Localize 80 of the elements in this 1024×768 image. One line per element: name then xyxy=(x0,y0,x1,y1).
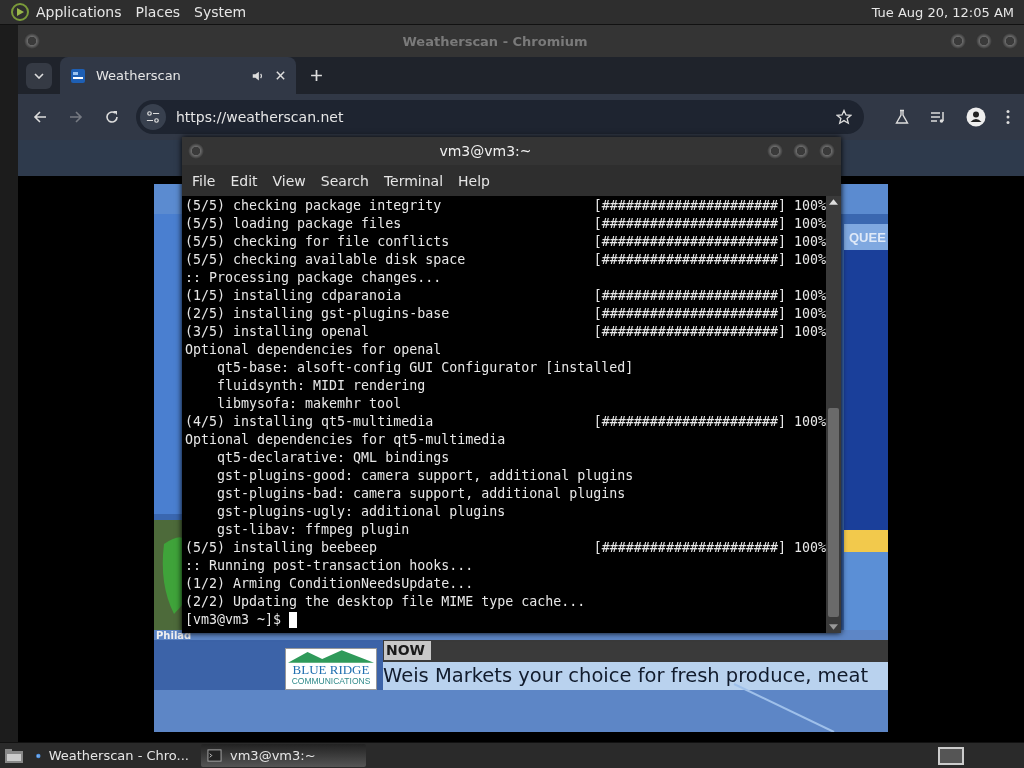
progress-text: [######################] 100% xyxy=(593,323,826,341)
terminal-icon xyxy=(207,748,222,763)
logo-subtitle: COMMUNICATIONS xyxy=(291,676,371,686)
logo-title: BLUE RIDGE xyxy=(292,663,370,676)
back-icon[interactable] xyxy=(32,109,48,125)
terminal-line: gst-plugins-good: camera support, additional plugins xyxy=(216,467,634,485)
terminal-line: (5/5) checking package integrity xyxy=(185,197,442,215)
bookmark-star-icon[interactable] xyxy=(836,109,852,125)
terminal-line: (4/5) installing qt5-multimedia xyxy=(185,413,434,431)
map-label: Philad xyxy=(156,630,192,641)
scrollbar-thumb[interactable] xyxy=(828,408,839,617)
panel-menu[interactable]: Places xyxy=(135,4,181,20)
window-title: Weatherscan - Chromium xyxy=(402,33,588,49)
ticker-tag: NOW xyxy=(384,641,432,660)
media-list-icon[interactable] xyxy=(930,109,946,125)
terminal-line: Optional dependencies for qt5-multimedia xyxy=(185,431,506,449)
tab-list-button[interactable] xyxy=(26,62,52,89)
progress-text: [######################] 100% xyxy=(593,251,826,269)
progress-text: [######################] 100% xyxy=(593,215,826,233)
favicon-icon xyxy=(70,67,86,84)
progress-text: [######################] 100% xyxy=(593,287,826,305)
terminal-line: :: Processing package changes... xyxy=(185,269,442,287)
terminal-line: gst-libav: ffmpeg plugin xyxy=(216,521,410,539)
terminal-line: (5/5) loading package files xyxy=(185,215,402,233)
terminal-line: (1/2) Arming ConditionNeedsUpdate... xyxy=(185,575,474,593)
terminal-line: (5/5) checking for file conflicts xyxy=(185,233,450,251)
ticker-text: Weis Markets your choice for fresh produce, meat xyxy=(383,663,869,689)
terminal-line: (5/5) installing beebeep xyxy=(185,539,378,557)
profile-icon[interactable] xyxy=(966,107,986,127)
progress-text: [######################] 100% xyxy=(593,305,826,323)
banner-text: QUEE xyxy=(849,230,886,245)
terminal-line: qt5-base: alsoft-config GUI Configurator [installed] xyxy=(216,359,634,377)
terminal-line: qt5-declarative: QML bindings xyxy=(216,449,450,467)
menu-item[interactable]: File xyxy=(186,172,225,189)
taskbar-button[interactable]: vm3@vm3:~ xyxy=(201,744,366,767)
site-info-button[interactable] xyxy=(140,104,166,130)
progress-text: [######################] 100% xyxy=(593,233,826,251)
browser-tab[interactable]: Weatherscan xyxy=(60,57,296,94)
progress-text: [######################] 100% xyxy=(593,539,826,557)
terminal-line: (1/5) installing cdparanoia xyxy=(185,287,402,305)
address-bar[interactable]: https://weatherscan.net xyxy=(136,100,864,134)
terminal-line: (5/5) checking available disk space xyxy=(185,251,466,269)
new-tab-icon[interactable] xyxy=(310,69,323,82)
taskbar-button[interactable]: Weatherscan - Chro... xyxy=(30,744,195,767)
terminal-line: libmysofa: makemhr tool xyxy=(216,395,402,413)
mountains-icon xyxy=(288,649,374,663)
panel-menu[interactable]: System xyxy=(194,4,247,20)
folder-icon[interactable] xyxy=(4,747,24,764)
progress-text: [######################] 100% xyxy=(593,197,826,215)
terminal-line: (2/2) Updating the desktop file MIME type cache... xyxy=(185,593,586,611)
distro-logo-icon[interactable] xyxy=(10,2,30,22)
terminal-line: gst-plugins-ugly: additional plugins xyxy=(216,503,506,521)
panel-menu[interactable]: Applications xyxy=(36,4,122,20)
reload-icon[interactable] xyxy=(104,109,120,125)
menu-item[interactable]: Terminal xyxy=(377,172,453,189)
menu-item[interactable]: Help xyxy=(452,172,499,189)
menu-icon[interactable] xyxy=(1006,109,1010,125)
terminal-line: Optional dependencies for openal xyxy=(185,341,442,359)
shell-prompt: [vm3@vm3 ~]$ xyxy=(185,611,282,629)
scroll-up-icon[interactable] xyxy=(829,199,838,205)
text-cursor xyxy=(289,612,298,628)
url-text: https://weatherscan.net xyxy=(176,109,345,125)
progress-text: [######################] 100% xyxy=(593,413,826,431)
workspace-switcher[interactable] xyxy=(938,746,964,765)
scrollbar[interactable] xyxy=(826,196,841,633)
window-title: vm3@vm3:~ xyxy=(439,143,532,159)
close-icon[interactable] xyxy=(275,70,286,81)
terminal-line: (3/5) installing openal xyxy=(185,323,370,341)
terminal-line: gst-plugins-bad: camera support, additional plugins xyxy=(216,485,626,503)
menu-item[interactable]: Search xyxy=(314,172,378,189)
flask-icon[interactable] xyxy=(894,109,910,125)
menu-item[interactable]: Edit xyxy=(224,172,267,189)
tune-icon xyxy=(146,110,160,124)
terminal-line: fluidsynth: MIDI rendering xyxy=(216,377,426,395)
terminal-line: :: Running post-transaction hooks... xyxy=(185,557,474,575)
tab-title: Weatherscan xyxy=(96,68,182,83)
terminal-line: (2/5) installing gst-plugins-base xyxy=(185,305,450,323)
caret-icon xyxy=(34,72,44,79)
clock[interactable]: Tue Aug 20, 12:05 AM xyxy=(871,4,1014,20)
menu-item[interactable]: View xyxy=(266,172,315,189)
